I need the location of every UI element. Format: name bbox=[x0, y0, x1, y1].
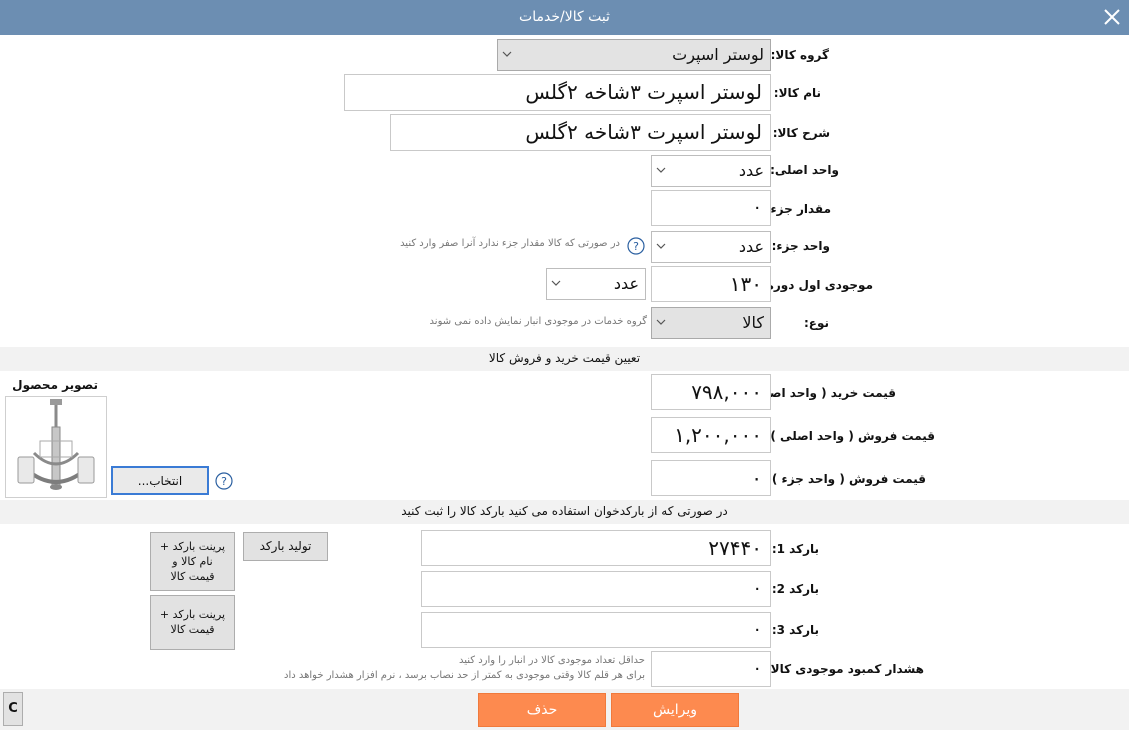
chevron-down-icon bbox=[656, 319, 666, 325]
purchase-price-input[interactable]: ۷۹۸,۰۰۰ bbox=[651, 374, 771, 410]
low-stock-warning-input[interactable]: ۰ bbox=[651, 651, 771, 687]
barcode3-input[interactable]: ۰ bbox=[421, 612, 771, 648]
main-unit-value: عدد bbox=[738, 161, 764, 180]
part-unit-value: عدد bbox=[738, 237, 764, 256]
svg-text:?: ? bbox=[221, 475, 227, 488]
help-icon[interactable]: ? bbox=[627, 237, 645, 255]
name-input[interactable]: لوستر اسپرت ۳شاخه ۲گلس bbox=[344, 74, 771, 111]
barcode2-input[interactable]: ۰ bbox=[421, 571, 771, 607]
barcode3-label: بارکد 3: bbox=[771, 623, 819, 637]
image-caption: تصویر محصول bbox=[12, 378, 98, 392]
chevron-down-icon bbox=[656, 243, 666, 249]
sale-price-main-label: قیمت فروش ( واحد اصلی ) : bbox=[761, 429, 935, 443]
product-image bbox=[5, 396, 107, 498]
generate-barcode-button[interactable]: تولید بارکد bbox=[243, 532, 328, 561]
c-button[interactable]: C bbox=[3, 692, 23, 726]
group-value: لوستر اسپرت bbox=[672, 45, 764, 64]
type-select[interactable]: کالا bbox=[651, 307, 771, 339]
sale-price-main-input[interactable]: ۱,۲۰۰,۰۰۰ bbox=[651, 417, 771, 453]
print-barcode-price-button[interactable]: پرینت بارکد + قیمت کالا bbox=[150, 595, 235, 650]
barcode1-label: بارکد 1: bbox=[771, 542, 819, 556]
chevron-down-icon bbox=[656, 167, 666, 173]
part-unit-select[interactable]: عدد bbox=[651, 231, 771, 263]
delete-button[interactable]: حذف bbox=[478, 693, 606, 727]
barcode-header-text: در صورتی که از بارکدخوان استفاده می کنید… bbox=[401, 504, 728, 518]
part-amount-input[interactable]: ۰ bbox=[651, 190, 771, 226]
chandelier-image bbox=[17, 399, 95, 490]
sale-price-part-label: قیمت فروش ( واحد جزء ) : bbox=[762, 472, 926, 486]
pricing-header-text: تعیین قیمت خرید و فروش کالا bbox=[488, 351, 641, 365]
type-label: نوع: bbox=[803, 316, 829, 330]
low-stock-hint-1: حداقل تعداد موجودی کالا در انبار را وارد… bbox=[458, 655, 645, 666]
type-hint: گروه خدمات در موجودی انبار نمایش داده نم… bbox=[429, 316, 647, 327]
barcode2-label: بارکد 2: bbox=[771, 582, 819, 596]
sale-price-part-input[interactable]: ۰ bbox=[651, 460, 771, 496]
description-label: شرح کالا: bbox=[772, 126, 830, 140]
main-unit-label: واحد اصلی: bbox=[770, 163, 839, 177]
description-input[interactable]: لوستر اسپرت ۳شاخه ۲گلس bbox=[390, 114, 771, 151]
edit-button[interactable]: ویرایش bbox=[611, 693, 739, 727]
chevron-down-icon bbox=[551, 280, 561, 286]
barcode1-input[interactable]: ۲۷۴۴۰ bbox=[421, 530, 771, 566]
help-icon[interactable]: ? bbox=[215, 472, 233, 490]
main-unit-select[interactable]: عدد bbox=[651, 155, 771, 187]
close-icon[interactable] bbox=[1100, 5, 1124, 29]
window-title: ثبت کالا/خدمات bbox=[519, 9, 610, 25]
opening-stock-label: موجودی اول دوره: bbox=[761, 278, 873, 292]
group-label: گروه کالا: bbox=[770, 48, 829, 62]
opening-stock-input[interactable]: ۱۳۰ bbox=[651, 266, 771, 302]
part-unit-hint: در صورتی که کالا مقدار جزء ندارد آنرا صف… bbox=[400, 238, 620, 249]
chevron-down-icon bbox=[502, 51, 512, 57]
low-stock-hint-2: برای هر قلم کالا وقتی موجودی به کمتر از … bbox=[284, 670, 645, 681]
choose-image-button[interactable]: انتخاب... bbox=[111, 466, 209, 495]
type-value: کالا bbox=[742, 313, 764, 332]
part-amount-label: مقدار جزء: bbox=[765, 202, 831, 216]
opening-stock-unit-value: عدد bbox=[613, 274, 639, 293]
name-label: نام کالا: bbox=[773, 86, 821, 100]
svg-text:?: ? bbox=[633, 240, 639, 253]
opening-stock-unit-select[interactable]: عدد bbox=[546, 268, 646, 300]
group-select[interactable]: لوستر اسپرت bbox=[497, 39, 771, 71]
print-barcode-name-price-button[interactable]: پرینت بارکد + نام کالا و قیمت کالا bbox=[150, 532, 235, 591]
part-unit-label: واحد جزء: bbox=[771, 239, 830, 253]
low-stock-warning-label: هشدار کمبود موجودی کالا: bbox=[765, 662, 924, 676]
